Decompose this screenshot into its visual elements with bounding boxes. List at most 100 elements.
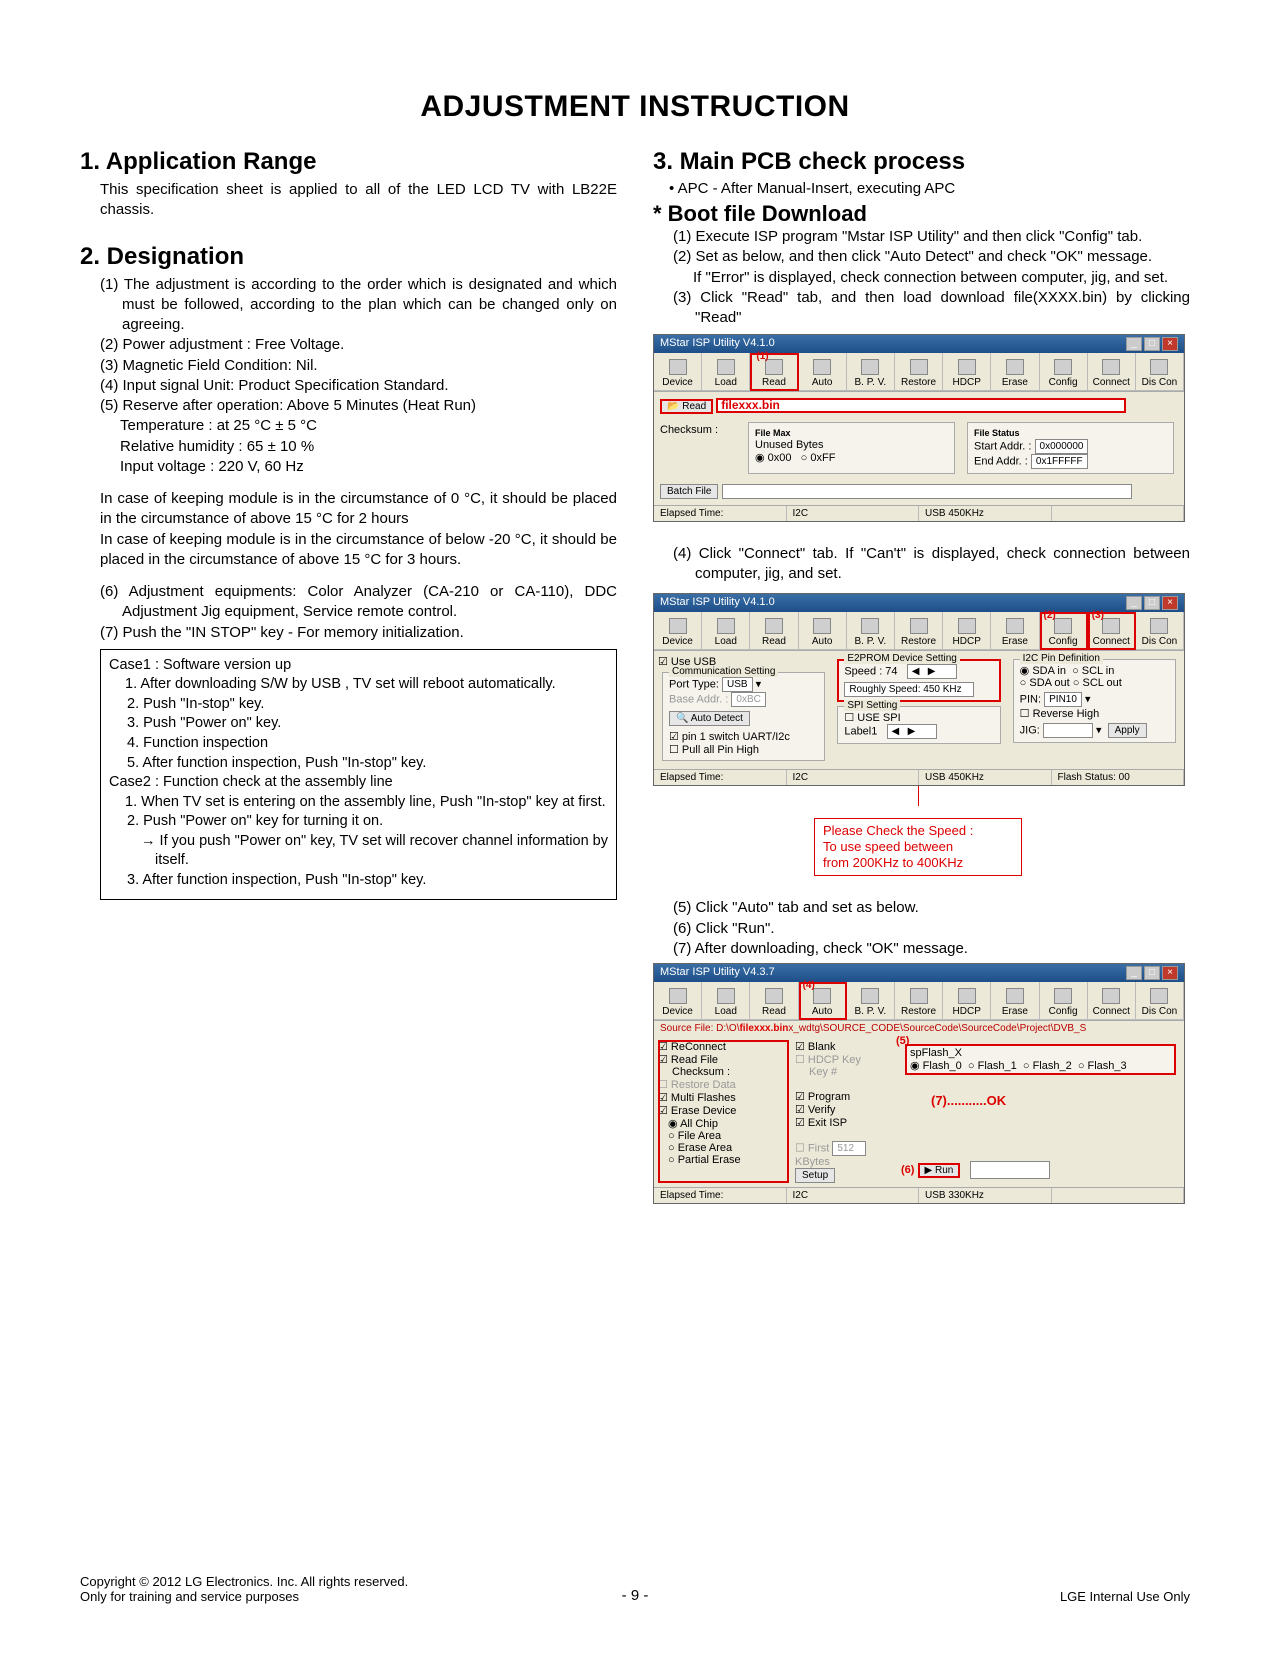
tab-load[interactable]: Load <box>702 353 750 391</box>
pin-select[interactable]: PIN10 <box>1044 692 1082 707</box>
section3-heading: 3. Main PCB check process <box>653 148 1190 176</box>
tab-load-3[interactable]: Load <box>702 982 750 1020</box>
roughly-speed: Roughly Speed: 450 KHz <box>844 682 974 697</box>
file-path[interactable]: filexxx.bin <box>716 398 1126 413</box>
anno-2: (2) <box>1044 610 1056 621</box>
usb-status: USB 450KHz <box>919 506 1052 521</box>
tab-connect[interactable]: Connect <box>1088 353 1136 391</box>
filestatus-label: File Status <box>974 428 1020 438</box>
ok-label: (7)...........OK <box>931 1093 1180 1108</box>
tab-restore[interactable]: Restore <box>895 353 943 391</box>
read-button[interactable]: 📂 Read <box>660 399 713 414</box>
tab-hdcp[interactable]: HDCP <box>943 353 991 391</box>
tab-config-2[interactable]: Config (2) <box>1040 612 1088 650</box>
win-title-3: MStar ISP Utility V4.3.7 <box>660 966 775 980</box>
s2-p1: (1) The adjustment is according to the o… <box>100 275 617 336</box>
c1-4: 4. Function inspection <box>109 734 608 754</box>
win-title-2: MStar ISP Utility V4.1.0 <box>660 596 775 610</box>
tab-config[interactable]: Config <box>1040 353 1088 391</box>
tab-discon[interactable]: Dis Con <box>1136 353 1184 391</box>
b1: (1) Execute ISP program "Mstar ISP Utili… <box>673 227 1190 247</box>
c1-3: 3. Push "Power on" key. <box>109 714 608 734</box>
case1-heading: Case1 : Software version up <box>109 656 608 676</box>
tab-auto[interactable]: Auto <box>799 353 847 391</box>
screenshot-config: MStar ISP Utility V4.1.0 _□× Device Load… <box>653 593 1185 786</box>
purpose-note: Only for training and service purposes <box>80 1589 408 1604</box>
boot-heading: * Boot file Download <box>653 201 1190 227</box>
b2a: If "Error" is displayed, check connectio… <box>673 268 1190 288</box>
speed-note: Please Check the Speed : To use speed be… <box>814 818 1022 877</box>
auto-detect-button[interactable]: 🔍 Auto Detect <box>669 711 750 726</box>
b3: (3) Click "Read" tab, and then load down… <box>673 288 1190 329</box>
tab-connect-3[interactable]: Connect <box>1088 982 1136 1020</box>
b7: (7) After downloading, check "OK" messag… <box>673 939 1190 959</box>
tab-read[interactable]: Read (1) <box>750 353 798 391</box>
s2-p7: (7) Push the "IN STOP" key - For memory … <box>100 623 617 643</box>
tab-discon-3[interactable]: Dis Con <box>1136 982 1184 1020</box>
s2-p5c: Input voltage : 220 V, 60 Hz <box>100 457 617 477</box>
tab-device[interactable]: Device <box>654 353 702 391</box>
c2-1: 1. When TV set is entering on the assemb… <box>109 793 608 813</box>
case2-heading: Case2 : Function check at the assembly l… <box>109 773 608 793</box>
tab-bpv-3[interactable]: B. P. V. <box>847 982 895 1020</box>
tab-erase-2[interactable]: Erase <box>991 612 1039 650</box>
setup-button[interactable]: Setup <box>795 1168 835 1183</box>
batch-file-button[interactable]: Batch File <box>660 484 718 499</box>
c1-5: 5. After function inspection, Push "In-s… <box>109 754 608 774</box>
tab-bpv[interactable]: B. P. V. <box>847 353 895 391</box>
toolbar-2[interactable]: Device Load Read Auto B. P. V. Restore H… <box>654 612 1184 651</box>
tab-hdcp-2[interactable]: HDCP <box>943 612 991 650</box>
c2-2a: → If you push "Power on" key, TV set wil… <box>109 832 608 871</box>
tab-config-3[interactable]: Config <box>1040 982 1088 1020</box>
tab-connect-2[interactable]: Connect (3) <box>1088 612 1136 650</box>
tab-auto-3[interactable]: Auto (4) <box>799 982 847 1020</box>
window-buttons-2[interactable]: _□× <box>1124 596 1178 610</box>
tab-auto-2[interactable]: Auto <box>799 612 847 650</box>
tab-device-3[interactable]: Device <box>654 982 702 1020</box>
case-box: Case1 : Software version up 1. After dow… <box>100 649 617 900</box>
tab-discon-2[interactable]: Dis Con <box>1136 612 1184 650</box>
screenshot-auto: MStar ISP Utility V4.3.7 _□× Device Load… <box>653 963 1185 1204</box>
anno-6: (6) <box>901 1164 914 1176</box>
filemax-label: File Max <box>755 428 791 438</box>
c1-1: 1. After downloading S/W by USB , TV set… <box>109 675 608 695</box>
s2-note1: In case of keeping module is in the circ… <box>100 489 617 530</box>
internal-use: LGE Internal Use Only <box>1060 1589 1190 1604</box>
anno-3: (3) <box>1092 610 1104 621</box>
tab-read-3[interactable]: Read <box>750 982 798 1020</box>
s2-p5a: Temperature : at 25 °C ± 5 °C <box>100 416 617 436</box>
toolbar[interactable]: Device Load Read (1) Auto B. P. V. Resto… <box>654 353 1184 392</box>
s2-p6: (6) Adjustment equipments: Color Analyze… <box>100 582 617 623</box>
port-type[interactable]: USB <box>722 677 753 692</box>
c1-2: 2. Push "In-stop" key. <box>109 695 608 715</box>
tab-restore-3[interactable]: Restore <box>895 982 943 1020</box>
start-addr[interactable]: 0x000000 <box>1035 439 1089 454</box>
anno-5: (5) <box>896 1035 909 1047</box>
tab-hdcp-3[interactable]: HDCP <box>943 982 991 1020</box>
toolbar-3[interactable]: Device Load Read Auto (4) B. P. V. Resto… <box>654 982 1184 1021</box>
window-buttons-3[interactable]: _□× <box>1124 966 1178 980</box>
page-number: - 9 - <box>622 1587 649 1604</box>
tab-restore-2[interactable]: Restore <box>895 612 943 650</box>
right-column: 3. Main PCB check process • APC - After … <box>653 148 1190 1204</box>
tab-erase[interactable]: Erase <box>991 353 1039 391</box>
s2-note2: In case of keeping module is in the circ… <box>100 530 617 571</box>
tab-load-2[interactable]: Load <box>702 612 750 650</box>
tab-bpv-2[interactable]: B. P. V. <box>847 612 895 650</box>
window-buttons[interactable]: _□× <box>1124 337 1178 351</box>
apply-button[interactable]: Apply <box>1108 723 1147 738</box>
tab-device-2[interactable]: Device <box>654 612 702 650</box>
copyright: Copyright © 2012 LG Electronics. Inc. Al… <box>80 1574 408 1589</box>
s2-p2: (2) Power adjustment : Free Voltage. <box>100 335 617 355</box>
end-addr[interactable]: 0x1FFFFF <box>1031 454 1088 469</box>
screenshot-read: MStar ISP Utility V4.1.0 _□× Device Load… <box>653 334 1185 522</box>
jig-select[interactable] <box>1043 723 1093 738</box>
run-button[interactable]: ▶ Run <box>918 1163 961 1178</box>
page-title: ADJUSTMENT INSTRUCTION <box>80 90 1190 124</box>
page-footer: Copyright © 2012 LG Electronics. Inc. Al… <box>80 1574 1190 1604</box>
tab-erase-3[interactable]: Erase <box>991 982 1039 1020</box>
c2-2: 2. Push "Power on" key for turning it on… <box>109 812 608 832</box>
s2-p5b: Relative humidity : 65 ± 10 % <box>100 437 617 457</box>
b6: (6) Click "Run". <box>673 919 1190 939</box>
tab-read-2[interactable]: Read <box>750 612 798 650</box>
